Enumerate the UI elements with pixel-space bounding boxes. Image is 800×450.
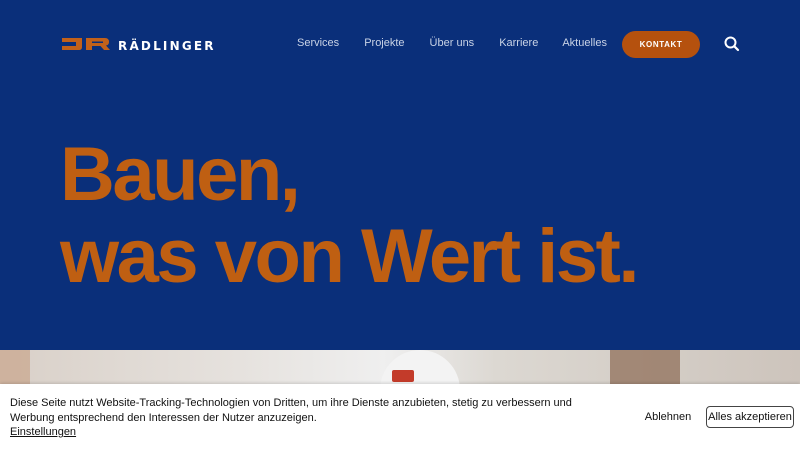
nav-item-projekte[interactable]: Projekte [364,36,404,50]
hero-headline-line-1: Bauen, [60,132,301,217]
search-icon [724,36,740,52]
decline-button[interactable]: Ablehnen [640,408,696,426]
hero-headline: Bauen, was von Wert ist. [60,132,639,299]
logo-mark-icon [62,38,110,50]
cookie-settings-link[interactable]: Einstellungen [10,426,76,438]
logo-wordmark: RÄDLINGER [118,38,216,53]
search-button[interactable] [722,34,742,54]
logo[interactable]: RÄDLINGER [60,35,216,53]
nav-item-ueber-uns[interactable]: Über uns [430,36,475,50]
hero-headline-line-2: was von Wert ist. [60,214,639,299]
nav-item-karriere[interactable]: Karriere [499,36,538,50]
nav-item-services[interactable]: Services [297,36,339,50]
nav-item-aktuelles[interactable]: Aktuelles [562,36,607,50]
hero-section: RÄDLINGER Services Projekte Über uns Kar… [0,0,800,350]
main-nav: Services Projekte Über uns Karriere Aktu… [297,36,607,50]
cookie-banner: Diese Seite nutzt Website-Tracking-Techn… [0,384,800,450]
site-header: RÄDLINGER Services Projekte Über uns Kar… [0,0,800,88]
cookie-message: Diese Seite nutzt Website-Tracking-Techn… [10,397,572,424]
contact-button[interactable]: KONTAKT [622,31,700,58]
accept-all-button[interactable]: Alles akzeptieren [706,406,794,428]
